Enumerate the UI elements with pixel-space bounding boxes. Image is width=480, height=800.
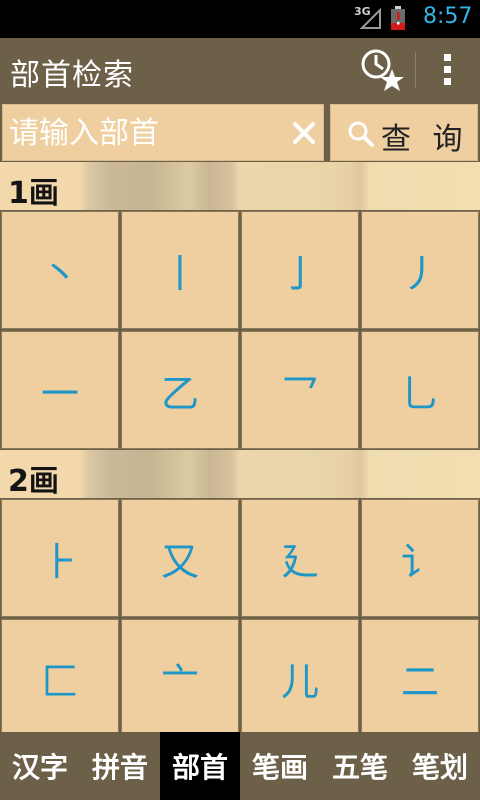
radical-cell[interactable]: 廴 bbox=[241, 499, 359, 617]
radical-char: 二 bbox=[400, 659, 439, 704]
radical-char: 丶 bbox=[40, 251, 79, 296]
action-divider bbox=[415, 52, 416, 88]
radical-char: ⺊ bbox=[40, 539, 79, 584]
radical-cell[interactable]: 二 bbox=[361, 619, 479, 732]
radical-char: 亅 bbox=[280, 251, 319, 296]
radical-cell[interactable]: 乛 bbox=[241, 331, 359, 449]
radical-char: 廴 bbox=[280, 539, 319, 584]
tab-label: 笔画 bbox=[251, 751, 308, 784]
tab-stroke-order[interactable]: 笔划 bbox=[400, 732, 480, 800]
radical-char: 讠 bbox=[400, 539, 439, 584]
tab-wubi[interactable]: 五笔 bbox=[320, 732, 400, 800]
radical-char: 又 bbox=[160, 539, 199, 584]
tab-label: 五笔 bbox=[331, 751, 388, 784]
bottom-tab-bar: 汉字 拼音 部首 笔画 五笔 笔划 bbox=[0, 732, 480, 800]
radical-char: 亠 bbox=[160, 659, 199, 704]
radical-cell[interactable]: 乚 bbox=[361, 331, 479, 449]
radical-char: 丨 bbox=[160, 251, 199, 296]
radical-cell[interactable]: 丨 bbox=[121, 211, 239, 329]
search-icon bbox=[348, 121, 374, 147]
radical-cell[interactable]: 一 bbox=[1, 331, 119, 449]
radical-cell[interactable]: 亅 bbox=[241, 211, 359, 329]
radical-cell[interactable]: 乙 bbox=[121, 331, 239, 449]
tab-label: 拼音 bbox=[91, 751, 148, 784]
clock-time: 8:57 bbox=[423, 4, 473, 29]
search-box bbox=[2, 104, 324, 161]
radical-cell[interactable]: 亠 bbox=[121, 619, 239, 732]
radical-cell[interactable]: 讠 bbox=[361, 499, 479, 617]
signal-icon bbox=[360, 8, 381, 29]
status-bar: 3G 8:57 bbox=[0, 0, 480, 38]
section-header-label: 2画 bbox=[8, 464, 59, 499]
action-bar: 部首检索 bbox=[0, 38, 480, 102]
radical-char: 一 bbox=[40, 371, 79, 416]
radical-grid-2: ⺊ 又 廴 讠 匚 亠 儿 二 bbox=[0, 498, 480, 732]
radical-cell[interactable]: 匚 bbox=[1, 619, 119, 732]
query-button-label: 查 询 bbox=[381, 122, 469, 157]
tab-pinyin[interactable]: 拼音 bbox=[80, 732, 160, 800]
tab-label: 笔划 bbox=[411, 751, 468, 784]
search-input[interactable] bbox=[9, 111, 279, 155]
clock-star-icon[interactable] bbox=[358, 46, 406, 94]
page-title: 部首检索 bbox=[10, 58, 134, 93]
tab-radical[interactable]: 部首 bbox=[160, 732, 240, 800]
tab-label: 汉字 bbox=[11, 751, 68, 784]
tab-label: 部首 bbox=[171, 751, 228, 784]
radical-char: 乙 bbox=[160, 371, 199, 416]
radical-char: 乛 bbox=[280, 371, 319, 416]
overflow-menu-icon[interactable] bbox=[435, 52, 461, 88]
radical-char: 匚 bbox=[40, 659, 79, 704]
radical-cell[interactable]: ⺊ bbox=[1, 499, 119, 617]
tab-hanzi[interactable]: 汉字 bbox=[0, 732, 80, 800]
section-header-label: 1画 bbox=[8, 176, 59, 211]
search-row: 查 询 bbox=[0, 102, 480, 162]
radical-grid-1: 丶 丨 亅 丿 一 乙 乛 乚 bbox=[0, 210, 480, 450]
radical-char: 丿 bbox=[400, 251, 439, 296]
radical-cell[interactable]: 丿 bbox=[361, 211, 479, 329]
query-button[interactable]: 查 询 bbox=[330, 104, 478, 161]
radical-cell[interactable]: 又 bbox=[121, 499, 239, 617]
clear-icon[interactable] bbox=[290, 119, 318, 147]
radical-cell[interactable]: 儿 bbox=[241, 619, 359, 732]
battery-low-icon bbox=[391, 6, 405, 30]
radical-char: 儿 bbox=[280, 659, 319, 704]
radical-list[interactable]: 1画 丶 丨 亅 丿 一 乙 乛 乚 2画 ⺊ 又 廴 讠 匚 亠 儿 二 bbox=[0, 162, 480, 732]
section-header-1: 1画 bbox=[0, 162, 480, 211]
radical-char: 乚 bbox=[400, 371, 439, 416]
radical-cell[interactable]: 丶 bbox=[1, 211, 119, 329]
section-header-2: 2画 bbox=[0, 450, 480, 499]
tab-strokes[interactable]: 笔画 bbox=[240, 732, 320, 800]
